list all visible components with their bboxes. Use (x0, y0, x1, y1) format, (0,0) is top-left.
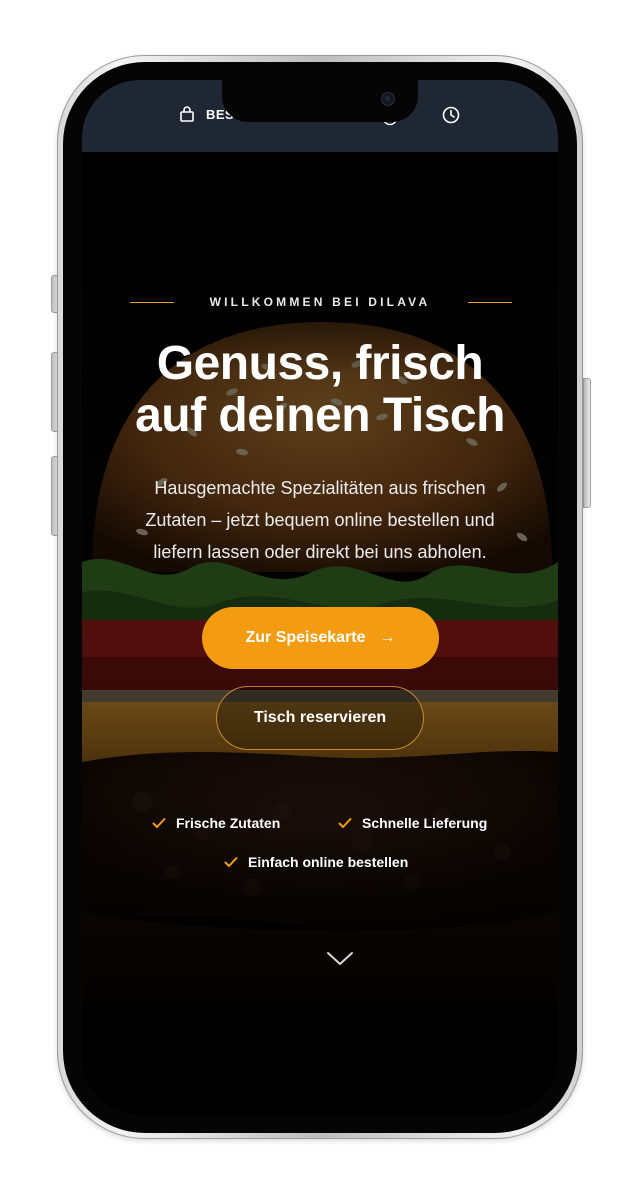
front-camera (381, 92, 395, 106)
hero-section: WILLKOMMEN BEI DILAVA Genuss, frisch auf… (82, 152, 558, 1002)
description-line-2: Zutaten – jetzt bequem online bestellen … (145, 510, 495, 530)
description-line-3: liefern lassen oder direkt bei uns abhol… (153, 542, 487, 562)
hero-description: Hausgemachte Spezialitäten aus frischen … (112, 472, 528, 568)
check-icon (152, 818, 166, 828)
menu-button[interactable]: Zur Speisekarte → (202, 607, 439, 669)
phone-notch (222, 80, 418, 122)
check-icon (224, 857, 238, 867)
below-hero-area (82, 1002, 558, 1115)
headline-line-1: Genuss, frisch (156, 337, 484, 390)
feature-item: Schnelle Lieferung (338, 815, 487, 831)
shopping-bag-icon[interactable] (180, 106, 194, 122)
feature-label: Schnelle Lieferung (362, 815, 488, 831)
feature-label: Einfach online bestellen (248, 854, 409, 870)
phone-screen: BES WILLKOMMEN BEI DILAVA Genuss, frisch… (82, 80, 558, 1115)
arrow-right-icon: → (379, 629, 396, 646)
chevron-down-icon[interactable] (326, 951, 354, 967)
eyebrow: WILLKOMMEN BEI DILAVA (82, 293, 558, 313)
hero-headline: Genuss, frisch auf deinen Tisch (82, 338, 558, 442)
hero-overlay (82, 152, 558, 1002)
feature-item: Frische Zutaten (152, 815, 280, 831)
description-line-1: Hausgemachte Spezialitäten aus frischen (154, 478, 486, 498)
phone-power-button (583, 378, 591, 508)
feature-item: Einfach online bestellen (224, 854, 408, 870)
headline-line-2: auf deinen Tisch (135, 389, 505, 442)
reserve-table-button-label: Tisch reservieren (253, 709, 387, 726)
clock-icon[interactable] (442, 106, 460, 124)
menu-button-label: Zur Speisekarte (245, 629, 366, 646)
feature-label: Frische Zutaten (176, 815, 281, 831)
reserve-table-button[interactable]: Tisch reservieren (216, 686, 424, 750)
check-icon (338, 818, 352, 828)
eyebrow-line-right (468, 302, 512, 303)
